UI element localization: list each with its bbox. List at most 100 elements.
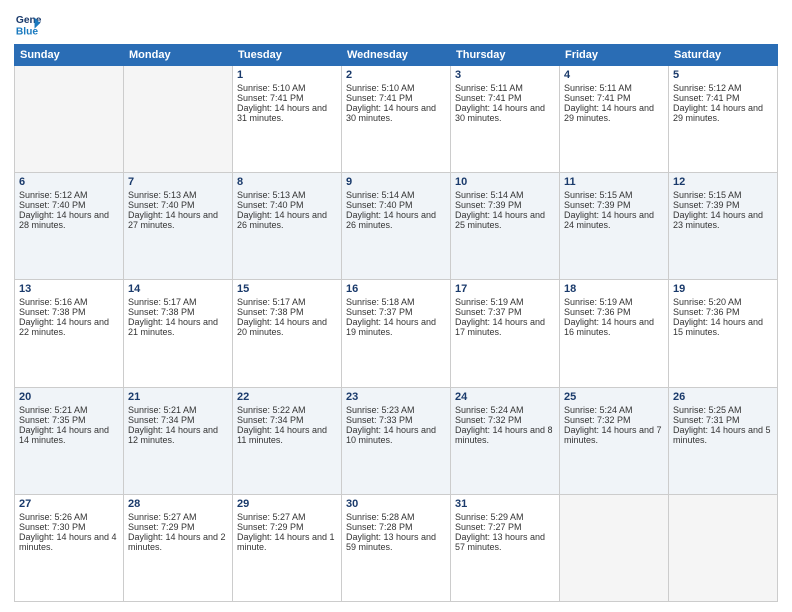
calendar-cell (124, 66, 233, 173)
page: General Blue SundayMondayTuesdayWednesda… (0, 0, 792, 612)
sunset-text: Sunset: 7:31 PM (673, 415, 773, 425)
sunrise-text: Sunrise: 5:12 AM (19, 190, 119, 200)
sunrise-text: Sunrise: 5:25 AM (673, 405, 773, 415)
sunrise-text: Sunrise: 5:13 AM (128, 190, 228, 200)
sunrise-text: Sunrise: 5:13 AM (237, 190, 337, 200)
sunrise-text: Sunrise: 5:17 AM (237, 297, 337, 307)
calendar-cell (15, 66, 124, 173)
sunset-text: Sunset: 7:39 PM (673, 200, 773, 210)
col-header-saturday: Saturday (669, 45, 778, 66)
day-number: 22 (237, 391, 337, 403)
sunset-text: Sunset: 7:37 PM (455, 307, 555, 317)
day-number: 11 (564, 176, 664, 188)
daylight-text: Daylight: 14 hours and 15 minutes. (673, 317, 773, 337)
day-number: 28 (128, 498, 228, 510)
daylight-text: Daylight: 14 hours and 31 minutes. (237, 103, 337, 123)
daylight-text: Daylight: 14 hours and 26 minutes. (346, 210, 446, 230)
daylight-text: Daylight: 14 hours and 27 minutes. (128, 210, 228, 230)
daylight-text: Daylight: 14 hours and 22 minutes. (19, 317, 119, 337)
calendar-cell: 26Sunrise: 5:25 AMSunset: 7:31 PMDayligh… (669, 387, 778, 494)
sunrise-text: Sunrise: 5:11 AM (564, 83, 664, 93)
day-number: 12 (673, 176, 773, 188)
daylight-text: Daylight: 14 hours and 4 minutes. (19, 532, 119, 552)
sunrise-text: Sunrise: 5:24 AM (564, 405, 664, 415)
day-number: 29 (237, 498, 337, 510)
daylight-text: Daylight: 14 hours and 26 minutes. (237, 210, 337, 230)
sunrise-text: Sunrise: 5:10 AM (237, 83, 337, 93)
calendar-cell: 3Sunrise: 5:11 AMSunset: 7:41 PMDaylight… (451, 66, 560, 173)
col-header-sunday: Sunday (15, 45, 124, 66)
day-number: 2 (346, 69, 446, 81)
day-number: 30 (346, 498, 446, 510)
sunrise-text: Sunrise: 5:16 AM (19, 297, 119, 307)
logo: General Blue (14, 10, 42, 38)
calendar-cell: 18Sunrise: 5:19 AMSunset: 7:36 PMDayligh… (560, 280, 669, 387)
calendar-cell (560, 494, 669, 601)
sunrise-text: Sunrise: 5:23 AM (346, 405, 446, 415)
calendar-cell: 21Sunrise: 5:21 AMSunset: 7:34 PMDayligh… (124, 387, 233, 494)
sunrise-text: Sunrise: 5:19 AM (455, 297, 555, 307)
calendar-cell: 8Sunrise: 5:13 AMSunset: 7:40 PMDaylight… (233, 173, 342, 280)
day-number: 7 (128, 176, 228, 188)
daylight-text: Daylight: 14 hours and 29 minutes. (564, 103, 664, 123)
sunrise-text: Sunrise: 5:29 AM (455, 512, 555, 522)
sunset-text: Sunset: 7:41 PM (564, 93, 664, 103)
sunset-text: Sunset: 7:36 PM (673, 307, 773, 317)
calendar-cell: 2Sunrise: 5:10 AMSunset: 7:41 PMDaylight… (342, 66, 451, 173)
day-number: 31 (455, 498, 555, 510)
daylight-text: Daylight: 14 hours and 10 minutes. (346, 425, 446, 445)
sunset-text: Sunset: 7:41 PM (455, 93, 555, 103)
day-number: 3 (455, 69, 555, 81)
sunset-text: Sunset: 7:41 PM (673, 93, 773, 103)
sunset-text: Sunset: 7:34 PM (128, 415, 228, 425)
daylight-text: Daylight: 14 hours and 12 minutes. (128, 425, 228, 445)
daylight-text: Daylight: 14 hours and 20 minutes. (237, 317, 337, 337)
calendar-cell: 17Sunrise: 5:19 AMSunset: 7:37 PMDayligh… (451, 280, 560, 387)
col-header-friday: Friday (560, 45, 669, 66)
daylight-text: Daylight: 14 hours and 16 minutes. (564, 317, 664, 337)
daylight-text: Daylight: 14 hours and 17 minutes. (455, 317, 555, 337)
sunset-text: Sunset: 7:28 PM (346, 522, 446, 532)
day-number: 15 (237, 283, 337, 295)
daylight-text: Daylight: 14 hours and 25 minutes. (455, 210, 555, 230)
daylight-text: Daylight: 14 hours and 8 minutes. (455, 425, 555, 445)
calendar-cell: 4 Sunrise: 5:11 AMSunset: 7:41 PMDaylight… (560, 66, 669, 173)
daylight-text: Daylight: 14 hours and 30 minutes. (346, 103, 446, 123)
sunrise-text: Sunrise: 5:19 AM (564, 297, 664, 307)
sunrise-text: Sunrise: 5:24 AM (455, 405, 555, 415)
day-number: 13 (19, 283, 119, 295)
calendar-cell: 16Sunrise: 5:18 AMSunset: 7:37 PMDayligh… (342, 280, 451, 387)
sunset-text: Sunset: 7:39 PM (455, 200, 555, 210)
daylight-text: Daylight: 14 hours and 21 minutes. (128, 317, 228, 337)
col-header-wednesday: Wednesday (342, 45, 451, 66)
sunset-text: Sunset: 7:29 PM (237, 522, 337, 532)
daylight-text: Daylight: 14 hours and 7 minutes. (564, 425, 664, 445)
day-number: 1 (237, 69, 337, 81)
sunset-text: Sunset: 7:38 PM (19, 307, 119, 317)
daylight-text: Daylight: 14 hours and 23 minutes. (673, 210, 773, 230)
calendar-cell: 25Sunrise: 5:24 AMSunset: 7:32 PMDayligh… (560, 387, 669, 494)
day-number: 4 (564, 69, 664, 81)
daylight-text: Daylight: 13 hours and 57 minutes. (455, 532, 555, 552)
sunset-text: Sunset: 7:27 PM (455, 522, 555, 532)
sunset-text: Sunset: 7:40 PM (19, 200, 119, 210)
sunset-text: Sunset: 7:29 PM (128, 522, 228, 532)
sunrise-text: Sunrise: 5:14 AM (455, 190, 555, 200)
calendar-cell: 13 Sunrise: 5:16 AMSunset: 7:38 PMDayligh… (15, 280, 124, 387)
sunset-text: Sunset: 7:40 PM (346, 200, 446, 210)
sunrise-text: Sunrise: 5:17 AM (128, 297, 228, 307)
sunrise-text: Sunrise: 5:18 AM (346, 297, 446, 307)
sunset-text: Sunset: 7:30 PM (19, 522, 119, 532)
sunset-text: Sunset: 7:40 PM (128, 200, 228, 210)
calendar-cell: 24Sunrise: 5:24 AMSunset: 7:32 PMDayligh… (451, 387, 560, 494)
sunset-text: Sunset: 7:37 PM (346, 307, 446, 317)
calendar-cell: 29Sunrise: 5:27 AMSunset: 7:29 PMDayligh… (233, 494, 342, 601)
day-number: 27 (19, 498, 119, 510)
sunset-text: Sunset: 7:38 PM (237, 307, 337, 317)
daylight-text: Daylight: 14 hours and 19 minutes. (346, 317, 446, 337)
day-number: 21 (128, 391, 228, 403)
daylight-text: Daylight: 14 hours and 14 minutes. (19, 425, 119, 445)
calendar-cell: 20Sunrise: 5:21 AMSunset: 7:35 PMDayligh… (15, 387, 124, 494)
calendar-cell: 14Sunrise: 5:17 AMSunset: 7:38 PMDayligh… (124, 280, 233, 387)
sunset-text: Sunset: 7:40 PM (237, 200, 337, 210)
